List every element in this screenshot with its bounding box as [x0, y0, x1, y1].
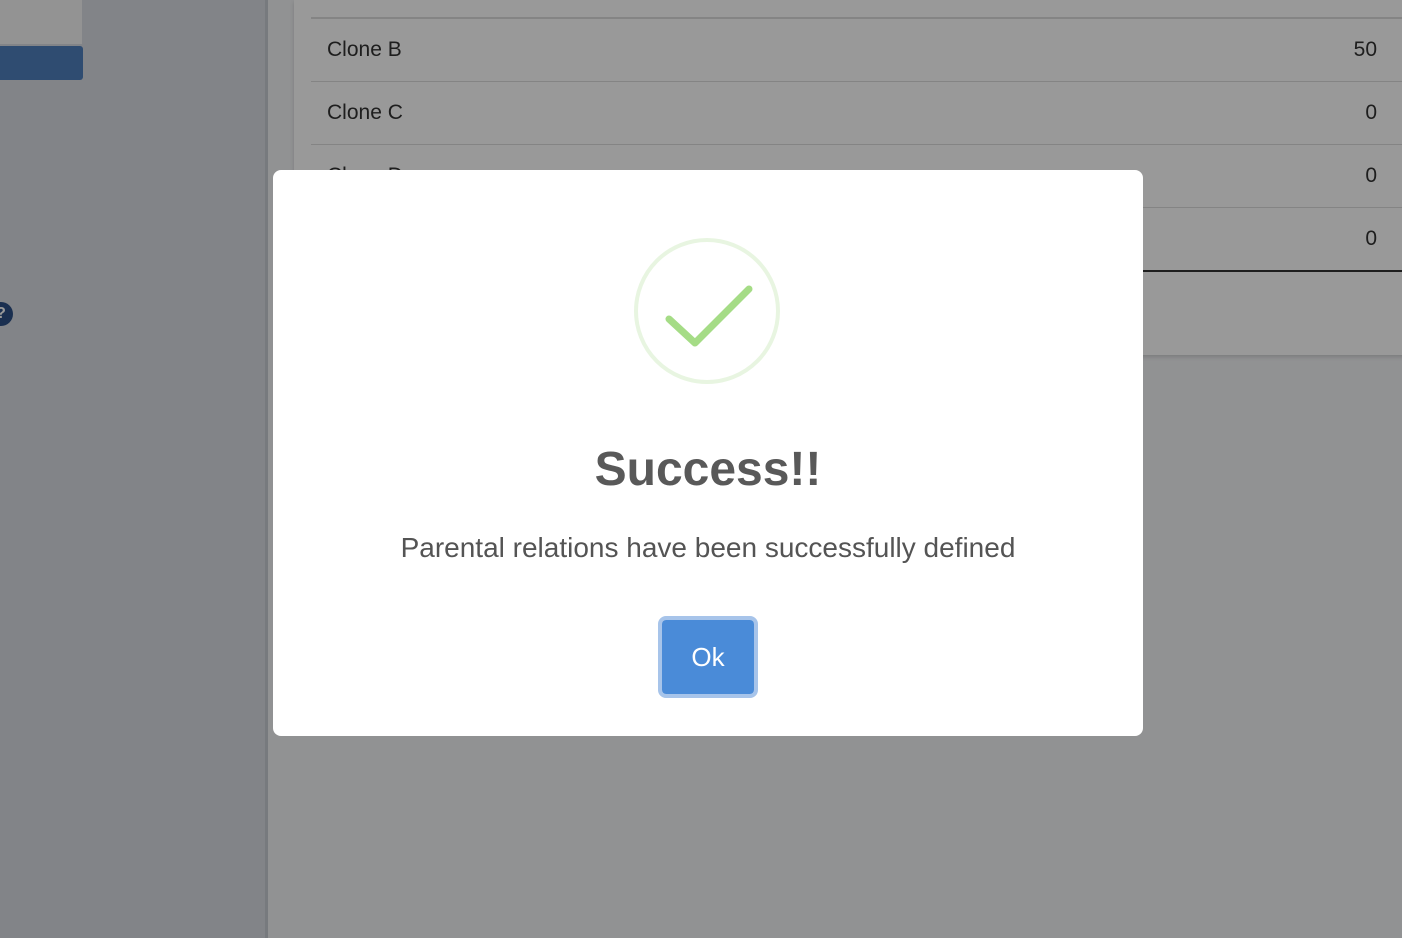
- dialog-message: Parental relations have been successfull…: [400, 532, 1016, 563]
- dialog-title: Success!!: [594, 443, 822, 496]
- success-check-icon: [634, 238, 780, 384]
- page: ? Clone B 50 Clone C 0 Clone D 0: [0, 0, 1402, 938]
- success-dialog: Success!! Parental relations have been s…: [273, 170, 1143, 736]
- ok-button-label: Ok: [662, 620, 754, 694]
- ok-button[interactable]: Ok: [658, 616, 758, 698]
